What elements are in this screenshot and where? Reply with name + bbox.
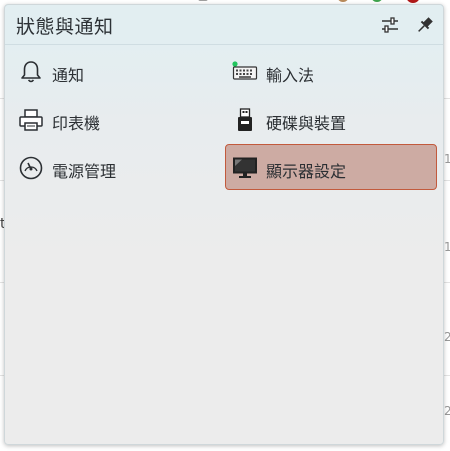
usb-drive-icon: [232, 107, 258, 133]
background-edge-mark: 10: [444, 152, 450, 166]
item-disks-devices[interactable]: 硬碟與裝置: [225, 96, 437, 142]
status-notifications-popup: 狀態與通知 通知 輸入法 印表機 硬碟與裝置 電源管理 顯示器設定: [4, 4, 444, 445]
printer-icon: [18, 107, 44, 133]
item-label: 輸入法: [266, 66, 315, 85]
popup-header: 狀態與通知: [5, 5, 443, 45]
bell-icon: [18, 59, 44, 85]
item-display[interactable]: 顯示器設定: [225, 144, 437, 190]
item-power[interactable]: 電源管理: [11, 144, 223, 190]
item-printers[interactable]: 印表機: [11, 96, 223, 142]
configure-icon: [382, 17, 398, 33]
status-dot: [232, 61, 238, 67]
pin-icon: [418, 17, 433, 32]
background-edge-mark: 18: [444, 240, 450, 254]
item-notifications[interactable]: 通知: [11, 48, 223, 94]
item-input-method[interactable]: 輸入法: [225, 48, 437, 94]
item-label: 電源管理: [52, 162, 117, 181]
gauge-icon: [18, 155, 44, 181]
keyboard-icon: [232, 59, 258, 85]
monitor-icon: [232, 155, 258, 181]
item-label: 印表機: [52, 114, 101, 133]
popup-title: 狀態與通知: [16, 16, 114, 38]
item-label: 顯示器設定: [266, 162, 347, 181]
configure-button[interactable]: [379, 14, 401, 36]
item-label: 通知: [52, 66, 85, 85]
background-edge-mark: 2: [444, 330, 450, 344]
background-edge-mark: 2: [444, 404, 450, 418]
pin-button[interactable]: [414, 14, 436, 36]
item-label: 硬碟與裝置: [266, 114, 347, 133]
